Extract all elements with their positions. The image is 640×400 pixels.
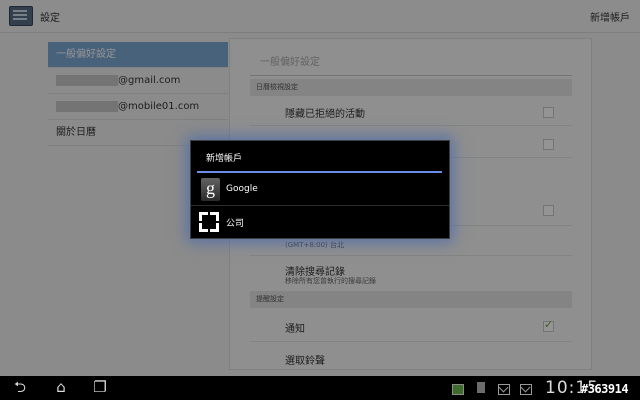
sd-card-icon[interactable] (477, 382, 485, 393)
add-account-dialog: 新增帳戶 g Google 公司 (190, 140, 450, 239)
mail-icon[interactable] (520, 384, 532, 395)
back-icon[interactable]: ⮌ (11, 379, 29, 396)
account-option-corporate[interactable]: 公司 (191, 206, 449, 237)
corporate-icon (199, 212, 219, 232)
option-label: Google (226, 184, 258, 194)
system-navigation-bar: ⮌ ⌂ ❐ 10:15 (0, 376, 640, 400)
google-icon: g (201, 178, 220, 201)
option-label: 公司 (226, 219, 245, 229)
mail-icon[interactable] (498, 384, 510, 395)
home-icon[interactable]: ⌂ (52, 379, 70, 396)
app-notification-icon[interactable] (452, 384, 464, 395)
account-option-google[interactable]: g Google (191, 174, 449, 205)
watermark: #363914 (581, 382, 629, 396)
dialog-title-underline (197, 171, 442, 173)
recent-apps-icon[interactable]: ❐ (91, 379, 109, 396)
dialog-title: 新增帳戶 (206, 154, 243, 164)
